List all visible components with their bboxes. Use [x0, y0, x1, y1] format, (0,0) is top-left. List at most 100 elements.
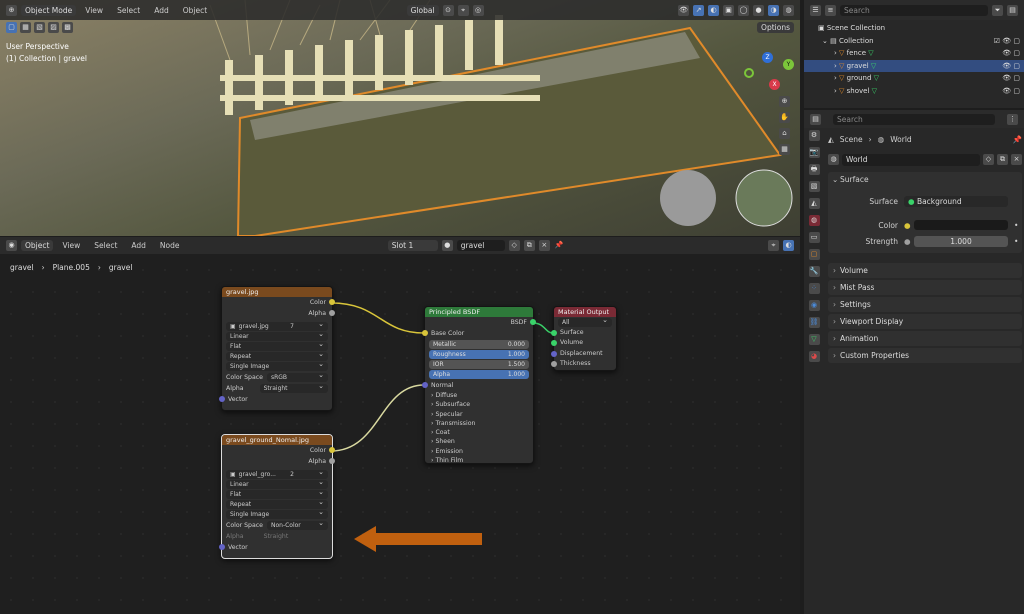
- node-header[interactable]: gravel_ground_Nomal.jpg: [222, 435, 332, 445]
- select-box-tool-icon[interactable]: ▢: [6, 22, 17, 33]
- input-displacement[interactable]: Displacement: [551, 349, 616, 359]
- menu-select[interactable]: Select: [117, 6, 140, 15]
- options-icon[interactable]: ⋮: [1007, 113, 1018, 125]
- surface-panel-header[interactable]: ⌄ Surface: [828, 172, 1022, 187]
- material-output-node[interactable]: Material Output All Surface Volume Displ…: [551, 306, 617, 371]
- panel-volume[interactable]: Volume: [828, 263, 1022, 278]
- collection-row[interactable]: ⌄ ▤ Collection ☑ 👁 ▢: [804, 35, 1024, 48]
- menu-add[interactable]: Add: [154, 6, 169, 15]
- 3d-viewport[interactable]: ⊕ Object Mode View Select Add Object Glo…: [0, 0, 800, 236]
- interpolation-dropdown[interactable]: Linear: [226, 478, 328, 489]
- tool-tab-icon[interactable]: ⚙: [808, 130, 820, 141]
- panel-diffuse[interactable]: › Diffuse: [425, 391, 533, 400]
- overlay-icon[interactable]: ◐: [708, 4, 720, 16]
- editor-type-icon[interactable]: ⊕: [6, 4, 17, 16]
- particles-tab-icon[interactable]: ⁘: [808, 283, 820, 294]
- output-bsdf[interactable]: BSDF: [425, 317, 536, 328]
- outliner-item-shovel[interactable]: › ▽ shovel ▽ 👁 ▢: [804, 85, 1024, 98]
- panel-viewport-display[interactable]: Viewport Display: [828, 314, 1022, 329]
- input-surface[interactable]: Surface: [551, 328, 616, 338]
- filter-icon[interactable]: ⏷: [992, 4, 1003, 16]
- transform-orientation-dropdown[interactable]: Global: [406, 4, 439, 16]
- projection-dropdown[interactable]: Flat: [226, 488, 328, 499]
- color-socket-icon[interactable]: [329, 447, 335, 453]
- vector-socket-icon[interactable]: [219, 396, 225, 402]
- modifier-tab-icon[interactable]: 🔧: [808, 266, 820, 277]
- alpha-slider[interactable]: Alpha 1.000: [429, 370, 529, 379]
- perspective-grid-icon[interactable]: ▦: [779, 144, 790, 155]
- properties-search-input[interactable]: Search: [833, 113, 995, 125]
- output-alpha[interactable]: Alpha: [222, 456, 335, 467]
- panel-specular[interactable]: › Specular: [425, 410, 533, 419]
- object-tab-icon[interactable]: ▢: [808, 249, 820, 260]
- visibility-icon[interactable]: 👁: [678, 4, 690, 16]
- pin-icon[interactable]: 📌: [1013, 132, 1022, 148]
- extension-dropdown[interactable]: Repeat: [226, 350, 328, 361]
- gizmo-x-axis[interactable]: X: [769, 79, 780, 90]
- visibility-eye-icon[interactable]: 👁 ▢: [1002, 72, 1020, 85]
- proportional-edit-icon[interactable]: ◎: [472, 4, 484, 16]
- panel-settings[interactable]: Settings: [828, 297, 1022, 312]
- shading-wireframe-icon[interactable]: ◯: [738, 4, 750, 16]
- xray-icon[interactable]: ▣: [723, 4, 735, 16]
- image-texture-node-gravel[interactable]: gravel.jpg Color Alpha ▣gravel.jpg7 Line…: [219, 286, 335, 411]
- panel-coat[interactable]: › Coat: [425, 428, 533, 437]
- select-mode-extend-icon[interactable]: ▧: [34, 22, 45, 33]
- output-color[interactable]: Color: [222, 445, 335, 456]
- gizmo-neg-y-axis[interactable]: [744, 68, 754, 78]
- new-collection-icon[interactable]: ▤: [1007, 4, 1018, 16]
- outliner[interactable]: ☰ ≡ Search ⏷ ▤ ▣ Scene Collection ⌄ ▤ Co…: [804, 0, 1024, 108]
- vector-socket-icon[interactable]: [219, 544, 225, 550]
- roughness-slider[interactable]: Roughness 1.000: [429, 350, 529, 359]
- visibility-eye-icon[interactable]: ☑ 👁 ▢: [994, 35, 1020, 48]
- panel-subsurface[interactable]: › Subsurface: [425, 400, 533, 409]
- node-header[interactable]: gravel.jpg: [222, 287, 332, 297]
- output-color[interactable]: Color: [222, 297, 335, 308]
- gizmo-y-axis[interactable]: Y: [783, 59, 794, 70]
- metallic-slider[interactable]: Metallic 0.000: [429, 340, 529, 349]
- display-mode-icon[interactable]: ≡: [825, 4, 836, 16]
- constraints-tab-icon[interactable]: ⛓: [808, 317, 820, 328]
- camera-icon[interactable]: ⌂: [779, 128, 790, 139]
- color-swatch[interactable]: [914, 220, 1008, 230]
- input-base-color[interactable]: Base Color: [422, 328, 533, 339]
- shading-solid-icon[interactable]: ●: [753, 4, 765, 16]
- image-texture-node-normal[interactable]: gravel_ground_Nomal.jpg Color Alpha ▣ gra…: [219, 434, 335, 559]
- extension-dropdown[interactable]: Repeat: [226, 498, 328, 509]
- color-socket-icon[interactable]: [329, 299, 335, 305]
- shader-node-editor[interactable]: ◉ Object View Select Add Node Slot 1 ● g…: [0, 237, 1012, 614]
- panel-thin-film[interactable]: › Thin Film: [425, 456, 533, 465]
- surface-shader-dropdown[interactable]: ● Background: [904, 195, 1008, 207]
- input-vector[interactable]: Vector: [219, 394, 332, 405]
- node-header[interactable]: Principled BSDF: [425, 307, 533, 317]
- physics-tab-icon[interactable]: ◉: [808, 300, 820, 311]
- input-normal[interactable]: Normal: [422, 380, 533, 391]
- source-dropdown[interactable]: Single Image: [226, 508, 328, 519]
- shader-socket-icon[interactable]: [530, 319, 536, 325]
- target-dropdown[interactable]: All: [558, 316, 612, 327]
- alpha-mode-dropdown[interactable]: Straight: [259, 382, 328, 393]
- panel-animation[interactable]: Animation: [828, 331, 1022, 346]
- editor-type-icon[interactable]: ☰: [810, 4, 821, 16]
- visibility-eye-icon[interactable]: 👁 ▢: [1002, 85, 1020, 98]
- duplicate-icon[interactable]: ⧉: [997, 154, 1008, 165]
- scene-tab-icon[interactable]: ◭: [808, 198, 820, 209]
- image-selector[interactable]: ▣ gravel.jpg 7: [226, 320, 328, 331]
- render-tab-icon[interactable]: 📷: [808, 147, 820, 158]
- output-alpha[interactable]: Alpha: [222, 308, 335, 319]
- input-vector[interactable]: Vector: [219, 542, 332, 553]
- outliner-item-gravel[interactable]: › ▽ gravel ▽ 👁 ▢: [804, 59, 1024, 72]
- navigation-gizmo[interactable]: Z Y X: [740, 50, 796, 92]
- properties-editor[interactable]: ▤ Search ⋮ ⚙ 📷 🖶 ▧ ◭ ◍ ▭ ▢ 🔧 ⁘ ◉ ⛓ ▽ ◕ ◭…: [804, 110, 1024, 614]
- interpolation-dropdown[interactable]: Linear: [226, 330, 328, 341]
- source-dropdown[interactable]: Single Image: [226, 360, 328, 371]
- alpha-socket-icon[interactable]: [329, 310, 335, 316]
- editor-type-icon[interactable]: ▤: [810, 113, 821, 125]
- panel-mist-pass[interactable]: Mist Pass: [828, 280, 1022, 295]
- snap-icon[interactable]: ⌖: [457, 4, 469, 16]
- vector-socket-icon[interactable]: [422, 382, 428, 388]
- fake-user-shield-icon[interactable]: ◇: [983, 154, 994, 165]
- data-tab-icon[interactable]: ▽: [808, 334, 820, 345]
- select-mode-subtract-icon[interactable]: ▨: [48, 22, 59, 33]
- panel-custom-properties[interactable]: Custom Properties: [828, 348, 1022, 363]
